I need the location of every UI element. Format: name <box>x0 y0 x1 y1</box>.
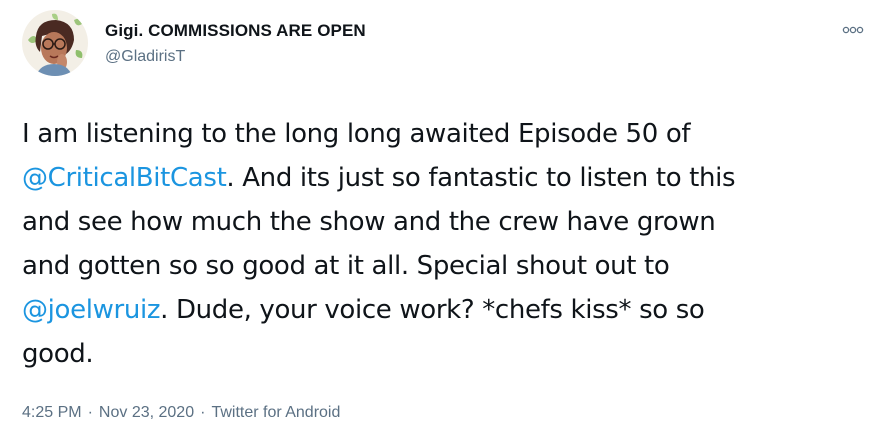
tweet-card: Gigi. COMMISSIONS ARE OPEN @GladirisT I … <box>0 0 895 436</box>
avatar-image <box>22 10 88 76</box>
tweet-text-segment: good. <box>22 339 94 369</box>
tweet-text-segment: . And its just so fantastic to listen to… <box>226 163 736 193</box>
tweet-line: @CriticalBitCast. And its just so fantas… <box>22 156 882 200</box>
author-display-name[interactable]: Gigi. COMMISSIONS ARE OPEN <box>105 20 366 42</box>
tweet-line: and gotten so so good at it all. Special… <box>22 244 882 288</box>
more-options-icon <box>842 26 864 34</box>
tweet-text-segment: I am listening to the long long awaited … <box>22 119 691 149</box>
tweet-metadata: 4:25 PM · Nov 23, 2020 · Twitter for Android <box>22 402 340 424</box>
tweet-text-segment: and see how much the show and the crew h… <box>22 207 716 237</box>
tweet-time[interactable]: 4:25 PM <box>22 404 82 421</box>
mention-link[interactable]: @CriticalBitCast <box>22 163 227 193</box>
tweet-text-segment: . Dude, your voice work? *chefs kiss* so… <box>160 295 705 325</box>
meta-separator: · <box>87 404 93 421</box>
tweet-date[interactable]: Nov 23, 2020 <box>99 404 194 421</box>
author-handle[interactable]: @GladirisT <box>105 47 366 67</box>
meta-separator: · <box>200 404 206 421</box>
avatar[interactable] <box>22 10 88 76</box>
tweet-header: Gigi. COMMISSIONS ARE OPEN @GladirisT <box>105 20 366 67</box>
tweet-source[interactable]: Twitter for Android <box>211 404 340 421</box>
more-options-button[interactable] <box>841 22 865 38</box>
tweet-text: I am listening to the long long awaited … <box>22 112 882 376</box>
tweet-line: good. <box>22 332 882 376</box>
tweet-line: and see how much the show and the crew h… <box>22 200 882 244</box>
tweet-line: @joelwruiz. Dude, your voice work? *chef… <box>22 288 882 332</box>
tweet-text-segment: and gotten so so good at it all. Special… <box>22 251 670 281</box>
mention-link[interactable]: @joelwruiz <box>22 295 161 325</box>
tweet-line: I am listening to the long long awaited … <box>22 112 882 156</box>
